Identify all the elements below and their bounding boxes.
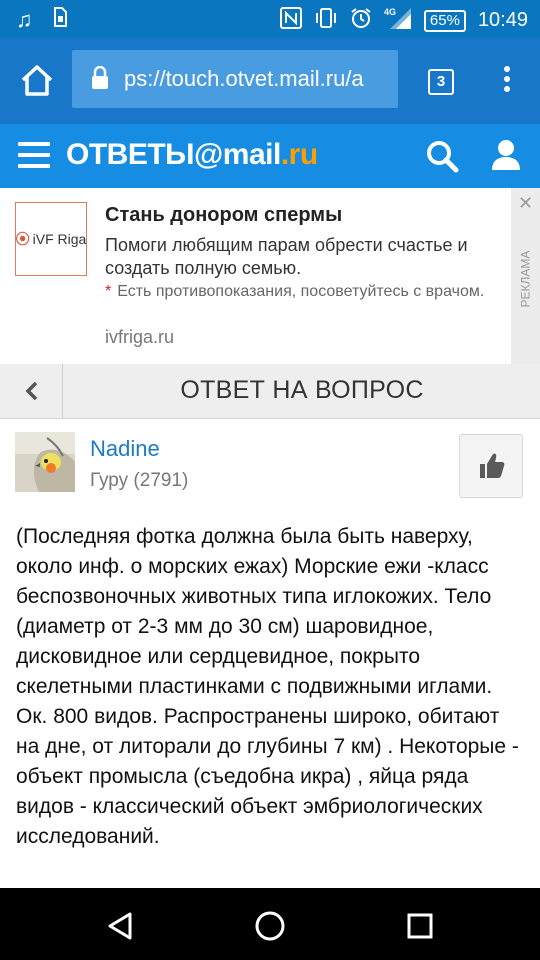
sim-card-icon <box>53 7 67 32</box>
lock-icon <box>90 65 110 95</box>
ad-disclaimer: * Есть противопоказания, посоветуйтесь с … <box>105 282 495 302</box>
nfc-icon <box>279 7 302 34</box>
home-nav-icon[interactable] <box>254 910 286 942</box>
thumbs-up-icon <box>480 453 505 478</box>
like-button[interactable] <box>459 434 523 498</box>
avatar[interactable] <box>15 432 75 492</box>
dot-icon <box>504 76 510 82</box>
ad-sidebar: ✕ РЕКЛАМА <box>511 188 540 364</box>
search-icon[interactable] <box>424 138 460 179</box>
disclaimer-mark: * <box>105 283 112 300</box>
alarm-icon <box>350 7 372 34</box>
page-header: ОТВЕТ НА ВОПРОС <box>0 364 540 419</box>
close-icon[interactable]: ✕ <box>518 193 533 214</box>
ad-logo[interactable]: ⦿ iVF Riga <box>15 202 87 276</box>
browser-toolbar: ps://touch.otvet.mail.ru/a 3 <box>0 38 540 124</box>
ad-title[interactable]: Стань донором спермы <box>105 204 342 227</box>
music-note-icon: ♫ <box>16 7 33 32</box>
ad-label: РЕКЛАМА <box>518 250 533 308</box>
ad-domain[interactable]: ivfriga.ru <box>105 327 174 348</box>
logo-domain: mail <box>222 138 282 171</box>
recents-nav-icon[interactable] <box>406 912 434 940</box>
url-text: ps://touch.otvet.mail.ru/a <box>124 66 364 91</box>
user-rank: Гуру (2791) <box>90 470 189 491</box>
tabs-count-button[interactable]: 3 <box>428 69 454 95</box>
page-title: ОТВЕТ НА ВОПРОС <box>180 376 424 404</box>
url-field[interactable]: ps://touch.otvet.mail.ru/a <box>72 50 398 108</box>
ad-description: Помоги любящим парам обрести счастье и с… <box>105 235 468 278</box>
user-icon[interactable] <box>490 138 522 177</box>
answer-text: (Последняя фотка должна была быть наверх… <box>16 525 519 848</box>
disclaimer-text: Есть противопоказания, посоветуйтесь с в… <box>117 283 485 300</box>
dot-icon <box>504 86 510 92</box>
battery-indicator: 65% <box>423 9 466 32</box>
status-bar: ♫ 4G 65% 10:49 <box>0 0 540 38</box>
logo-at: @ <box>194 138 223 171</box>
ad-banner[interactable]: ⦿ iVF Riga Стань донором спермы Помоги лю… <box>0 188 540 364</box>
dot-icon <box>504 66 510 72</box>
home-icon <box>21 65 53 96</box>
svg-text:4G: 4G <box>384 7 396 17</box>
logo-tld: .ru <box>280 138 318 171</box>
vibrate-icon <box>314 8 338 33</box>
menu-icon[interactable] <box>18 142 50 168</box>
user-name[interactable]: Nadine <box>90 436 160 462</box>
site-logo[interactable]: ОТВЕТЫ@mail.ru <box>66 138 318 172</box>
back-nav-icon[interactable] <box>104 910 136 942</box>
clock: 10:49 <box>477 9 528 31</box>
signal-4g-icon: 4G <box>384 6 412 35</box>
system-nav-bar <box>0 888 540 960</box>
overflow-menu-button[interactable] <box>497 66 517 96</box>
ivf-logo-mark-icon: ⦿ <box>15 231 30 247</box>
site-header: ОТВЕТЫ@mail.ru <box>0 124 540 188</box>
home-button[interactable] <box>14 58 60 104</box>
back-button[interactable] <box>0 364 63 418</box>
chevron-left-icon <box>25 381 38 401</box>
